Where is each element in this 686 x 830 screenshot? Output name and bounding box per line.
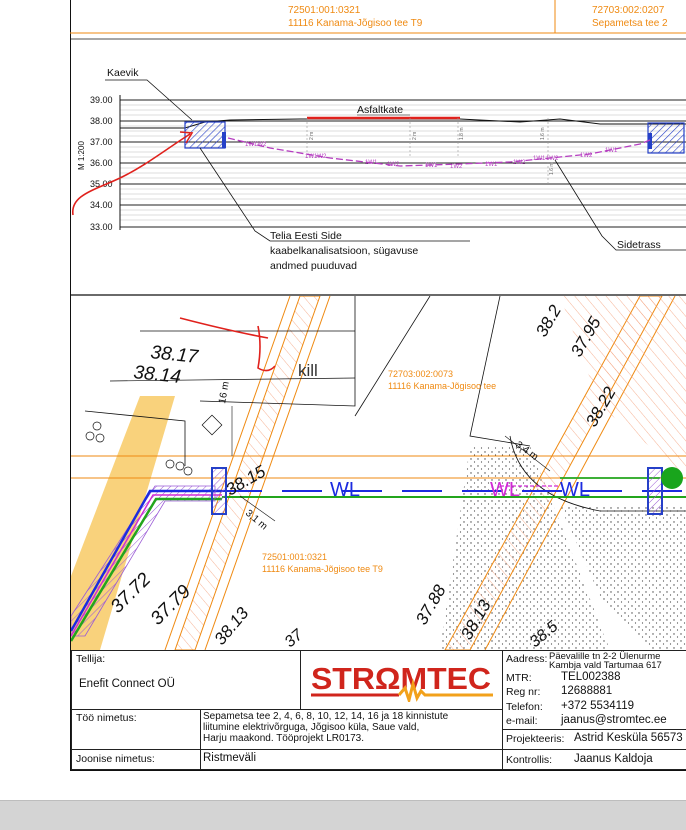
mtr-value: TEL002388: [561, 671, 621, 683]
aadress-label: Aadress:: [506, 653, 548, 665]
y-tick-label: 36.00: [90, 158, 113, 168]
y-tick-label: 34.00: [90, 200, 113, 210]
telefon-label: Telefon:: [506, 701, 543, 713]
elevation-label: 38.13: [211, 603, 253, 648]
y-tick-label: 35.00: [90, 179, 113, 189]
stromtec-logo: STRΩMTEC: [309, 658, 495, 706]
joonise-value: Ristmeväli: [203, 752, 257, 764]
aadress-line2: Kambja vald Tartumaa 617: [549, 660, 662, 671]
parcel-left-id: 72501:001:0321: [288, 5, 361, 16]
y-tick-label: 33.00: [90, 222, 113, 232]
email-label: e-mail:: [506, 715, 538, 727]
asphalt-label: Asfaltkate: [357, 104, 403, 116]
too-nimetus-line2: liitumine elektrivõrguga, Jõgisoo küla, …: [203, 722, 420, 733]
tellija-value: Enefit Connect OÜ: [79, 678, 175, 690]
cable-label-wl: WL: [560, 479, 590, 501]
svg-text:1W1: 1W1: [485, 162, 498, 168]
dimension-label: 3,1 m: [243, 508, 269, 533]
sidetrass-label: Sidetrass: [617, 239, 661, 251]
parcel-right-name: Sepametsa tee 2: [592, 18, 668, 29]
handwritten-kill: kill: [298, 361, 318, 380]
kontrollis-label: Kontrollis:: [506, 754, 553, 766]
svg-text:1W2: 1W2: [387, 162, 400, 168]
svg-text:1W1: 1W1: [533, 156, 546, 162]
too-nimetus-line3: Harju maakond. Tööprojekt LR0173.: [203, 733, 365, 744]
regnr-label: Reg nr:: [506, 686, 541, 698]
too-nimetus-line1: Sepametsa tee 2, 4, 6, 8, 10, 12, 14, 16…: [203, 711, 449, 722]
elevation-label: 38.2: [532, 301, 565, 340]
mtr-label: MTR:: [506, 672, 532, 684]
telia-line2: kaabelkanalisatsioon, sügavuse: [270, 245, 418, 257]
svg-text:1W2: 1W2: [546, 156, 559, 162]
parcel-low-name: 11116 Kanama-Jõgisoo tee T9: [262, 564, 383, 574]
svg-text:1W1W2: 1W1W2: [305, 154, 327, 160]
joonise-label: Joonise nimetus:: [76, 753, 155, 765]
cable-label-wl: WL: [330, 479, 360, 501]
trench-right: [647, 122, 685, 154]
parcel-left-name: 11116 Kanama-Jõgisoo tee T9: [288, 18, 423, 29]
title-block: Tellija: Enefit Connect OÜ STRΩMTEC Aadr…: [71, 650, 686, 770]
kontrollis-value: Jaanus Kaldoja: [574, 753, 653, 765]
viewer-bottom-bar: [0, 800, 686, 830]
parcel-right-id: 72703:002:0207: [592, 5, 665, 16]
email-value[interactable]: jaanus@stromtec.ee: [561, 714, 667, 726]
svg-text:1W2: 1W2: [513, 160, 526, 166]
svg-text:1W1: 1W1: [425, 163, 438, 169]
depth-label: 1.6 m: [549, 162, 555, 175]
svg-text:1W1: 1W1: [605, 148, 618, 154]
plan-view: WL WL WL 38.17 38.14 38.15 37.72 37.79 3…: [71, 296, 686, 650]
telefon-value: +372 5534119: [561, 700, 635, 712]
parcel-mid-id: 72703:002:0073: [388, 369, 453, 379]
y-axis-labels: 39.00 38.00 37.00 36.00 35.00 34.00 33.0…: [90, 95, 113, 232]
scale-label: M 1:200: [77, 141, 86, 170]
parcel-mid-name: 11116 Kanama-Jõgisoo tee: [388, 381, 496, 391]
regnr-value: 12688881: [561, 685, 613, 697]
profile-section: 39.00 38.00 37.00 36.00 35.00 34.00 33.0…: [70, 67, 686, 296]
telia-title: Telia Eesti Side: [270, 230, 342, 242]
svg-text:1W2: 1W2: [450, 164, 463, 170]
elevation-label: 38.14: [132, 362, 181, 388]
y-tick-label: 37.00: [90, 137, 113, 147]
elevation-label: 37: [282, 626, 307, 650]
projekteeris-label: Projekteeris:: [506, 733, 565, 745]
dimension-label: 16 m: [217, 381, 232, 405]
telia-line3: andmed puuduvad: [270, 260, 357, 272]
cable-label-wl: WL: [490, 479, 520, 501]
depth-label: 2 m: [412, 132, 418, 140]
cable-labels: 1W1W2 1W1W2 1W1 1W2 1W1 1W2 1W1 1W2 1W1 …: [245, 142, 618, 170]
y-tick-label: 38.00: [90, 116, 113, 126]
drawing-sheet: 72501:001:0321 11116 Kanama-Jõgisoo tee …: [0, 0, 686, 800]
tellija-label: Tellija:: [76, 653, 106, 665]
svg-text:1W1W2: 1W1W2: [245, 142, 267, 148]
svg-text:1W2: 1W2: [580, 153, 593, 159]
green-node: [661, 467, 683, 489]
parcel-low-id: 72501:001:0321: [262, 552, 327, 562]
projekteeris-value: Astrid Kesküla 56573: [574, 732, 683, 744]
svg-text:1W1: 1W1: [365, 160, 378, 166]
too-nimetus-label: Töö nimetus:: [76, 712, 137, 724]
kaevik-label: Kaevik: [107, 67, 139, 79]
y-tick-label: 39.00: [90, 95, 113, 105]
depth-label: 1.6 m: [540, 127, 546, 140]
depth-label: 1.8 m: [459, 127, 465, 140]
depth-label: 2 m: [309, 132, 315, 140]
